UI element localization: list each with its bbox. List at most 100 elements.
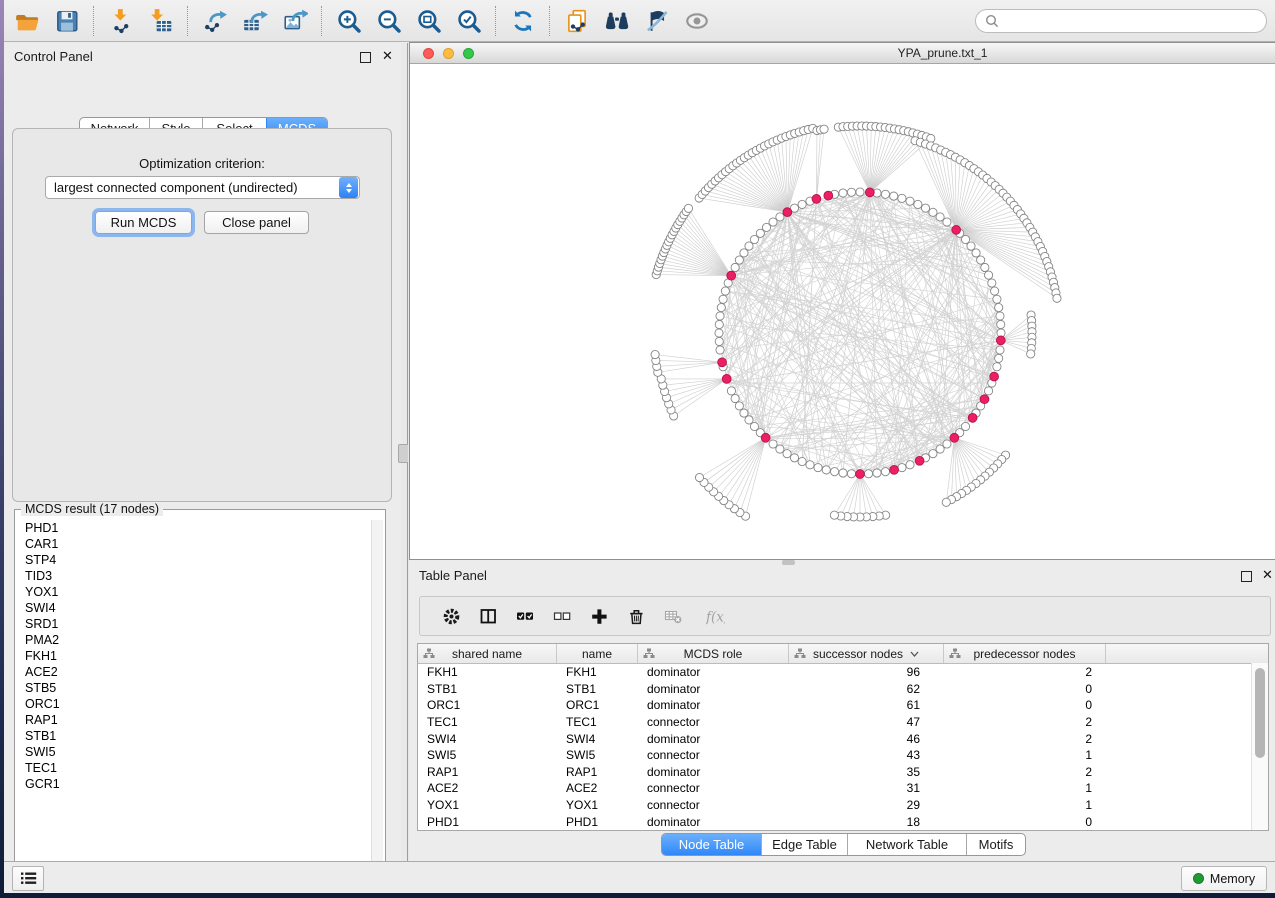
mcds-result-item[interactable]: PHD1 <box>17 520 372 536</box>
network-window-titlebar[interactable]: YPA_prune.txt_1 <box>410 43 1275 64</box>
search-icon <box>984 13 1000 29</box>
first-neighbors-button[interactable] <box>602 6 632 36</box>
control-panel-close-button[interactable]: ✕ <box>382 48 393 63</box>
column-header-predecessor-nodes[interactable]: predecessor nodes <box>944 644 1106 663</box>
mcds-result-item[interactable]: PMA2 <box>17 632 372 648</box>
mcds-result-item[interactable]: GCR1 <box>17 776 372 792</box>
table-row[interactable]: RAP1RAP1dominator352 <box>418 764 1268 781</box>
mcds-result-item[interactable]: STB5 <box>17 680 372 696</box>
table-tab-network-table[interactable]: Network Table <box>847 834 966 855</box>
table-row[interactable]: TEC1TEC1connector472 <box>418 714 1268 731</box>
mcds-list-scrollbar[interactable] <box>371 520 383 880</box>
column-header-name[interactable]: name <box>557 644 638 663</box>
mcds-result-item[interactable]: SRD1 <box>17 616 372 632</box>
save-session-button[interactable] <box>52 6 82 36</box>
import-network-button[interactable] <box>106 6 136 36</box>
panel-menu-button[interactable] <box>12 866 44 891</box>
mcds-result-item[interactable]: TEC1 <box>17 760 372 776</box>
table-row[interactable]: ACE2ACE2connector311 <box>418 780 1268 797</box>
refresh-layout-button[interactable] <box>508 6 538 36</box>
network-graph[interactable] <box>410 64 1275 559</box>
table-cell: STB1 <box>557 682 638 696</box>
table-settings-button[interactable] <box>442 607 461 626</box>
network-search[interactable] <box>975 9 1267 33</box>
criterion-select[interactable]: largest connected component (undirected) <box>45 176 360 199</box>
add-column-button[interactable] <box>590 607 609 626</box>
table-row[interactable]: SWI5SWI5connector431 <box>418 747 1268 764</box>
mcds-result-item[interactable]: SWI4 <box>17 600 372 616</box>
delete-column-button[interactable] <box>627 607 646 626</box>
table-cell: TEC1 <box>418 715 557 729</box>
column-header-shared-name[interactable]: shared name <box>418 644 557 663</box>
memory-button[interactable]: Memory <box>1181 866 1267 891</box>
table-panel-splitter-handle[interactable] <box>782 560 795 565</box>
mcds-result-item[interactable]: TID3 <box>17 568 372 584</box>
table-cell: dominator <box>638 665 789 679</box>
table-cell: RAP1 <box>418 765 557 779</box>
mcds-result-item[interactable]: STB1 <box>17 728 372 744</box>
mcds-result-item[interactable]: FKH1 <box>17 648 372 664</box>
show-columns-button[interactable] <box>479 607 498 626</box>
control-panel-float-button[interactable] <box>360 52 371 63</box>
network-canvas[interactable] <box>410 64 1275 559</box>
export-image-button[interactable] <box>280 6 310 36</box>
mcds-result-list: PHD1CAR1STP4TID3YOX1SWI4SRD1PMA2FKH1ACE2… <box>17 520 372 880</box>
mcds-result-item[interactable]: ACE2 <box>17 664 372 680</box>
panel-splitter[interactable] <box>401 43 408 862</box>
toolbar-separator <box>549 6 551 36</box>
cytoscape-window: Control Panel ✕ NetworkStyleSelectMCDS O… <box>4 0 1275 893</box>
zoom-in-button[interactable] <box>334 6 364 36</box>
column-header-successor-nodes[interactable]: successor nodes <box>789 644 944 663</box>
export-image-icon <box>282 8 308 34</box>
clone-network-button[interactable] <box>562 6 592 36</box>
close-panel-button[interactable]: Close panel <box>204 211 309 234</box>
table-row[interactable]: YOX1YOX1connector291 <box>418 797 1268 814</box>
table-scrollbar-thumb[interactable] <box>1255 668 1265 758</box>
mcds-result-item[interactable]: RAP1 <box>17 712 372 728</box>
table-cell: 2 <box>944 732 1106 746</box>
mcds-result-item[interactable]: STP4 <box>17 552 372 568</box>
toolbar-group <box>508 6 538 36</box>
table-panel-close-button[interactable]: ✕ <box>1262 567 1273 582</box>
table-row[interactable]: FKH1FKH1dominator962 <box>418 664 1268 681</box>
mcds-result-item[interactable]: ORC1 <box>17 696 372 712</box>
svg-text:f(x): f(x) <box>706 609 725 625</box>
select-all-button[interactable] <box>516 607 535 626</box>
zoom-fit-button[interactable] <box>414 6 444 36</box>
run-mcds-button[interactable]: Run MCDS <box>95 211 192 234</box>
export-network-button[interactable] <box>200 6 230 36</box>
column-header-MCDS-role[interactable]: MCDS role <box>638 644 789 663</box>
table-toolbar: f(x) <box>419 596 1271 636</box>
zoom-out-button[interactable] <box>374 6 404 36</box>
table-row[interactable]: PHD1PHD1dominator180 <box>418 813 1268 830</box>
import-table-button[interactable] <box>146 6 176 36</box>
hide-selected-button[interactable] <box>642 6 672 36</box>
table-tab-node-table[interactable]: Node Table <box>662 834 761 855</box>
mcds-result-item[interactable]: CAR1 <box>17 536 372 552</box>
table-row[interactable]: STB1STB1dominator620 <box>418 681 1268 698</box>
memory-status-icon <box>1193 873 1204 884</box>
mcds-result-item[interactable]: SWI5 <box>17 744 372 760</box>
table-tab-edge-table[interactable]: Edge Table <box>761 834 847 855</box>
table-cell: 96 <box>789 665 944 679</box>
table-row[interactable]: SWI4SWI4dominator462 <box>418 730 1268 747</box>
zoom-selected-button[interactable] <box>454 6 484 36</box>
unselect-all-button[interactable] <box>553 607 572 626</box>
export-network-icon <box>202 8 228 34</box>
mcds-result-title: MCDS result (17 nodes) <box>21 502 163 516</box>
search-input[interactable] <box>1005 13 1258 29</box>
table-cell: 1 <box>944 781 1106 795</box>
table-panel-float-button[interactable] <box>1241 571 1252 582</box>
refresh-layout-icon <box>510 8 536 34</box>
toolbar-separator <box>93 6 95 36</box>
table-row[interactable]: ORC1ORC1dominator610 <box>418 697 1268 714</box>
first-neighbors-icon <box>604 8 630 34</box>
main-toolbar <box>4 0 1275 42</box>
mcds-result-item[interactable]: YOX1 <box>17 584 372 600</box>
export-table-button[interactable] <box>240 6 270 36</box>
table-cell: 0 <box>944 815 1106 829</box>
show-all-button[interactable] <box>682 6 712 36</box>
table-scrollbar[interactable] <box>1251 663 1268 830</box>
table-tab-motifs[interactable]: Motifs <box>966 834 1025 855</box>
open-session-button[interactable] <box>12 6 42 36</box>
